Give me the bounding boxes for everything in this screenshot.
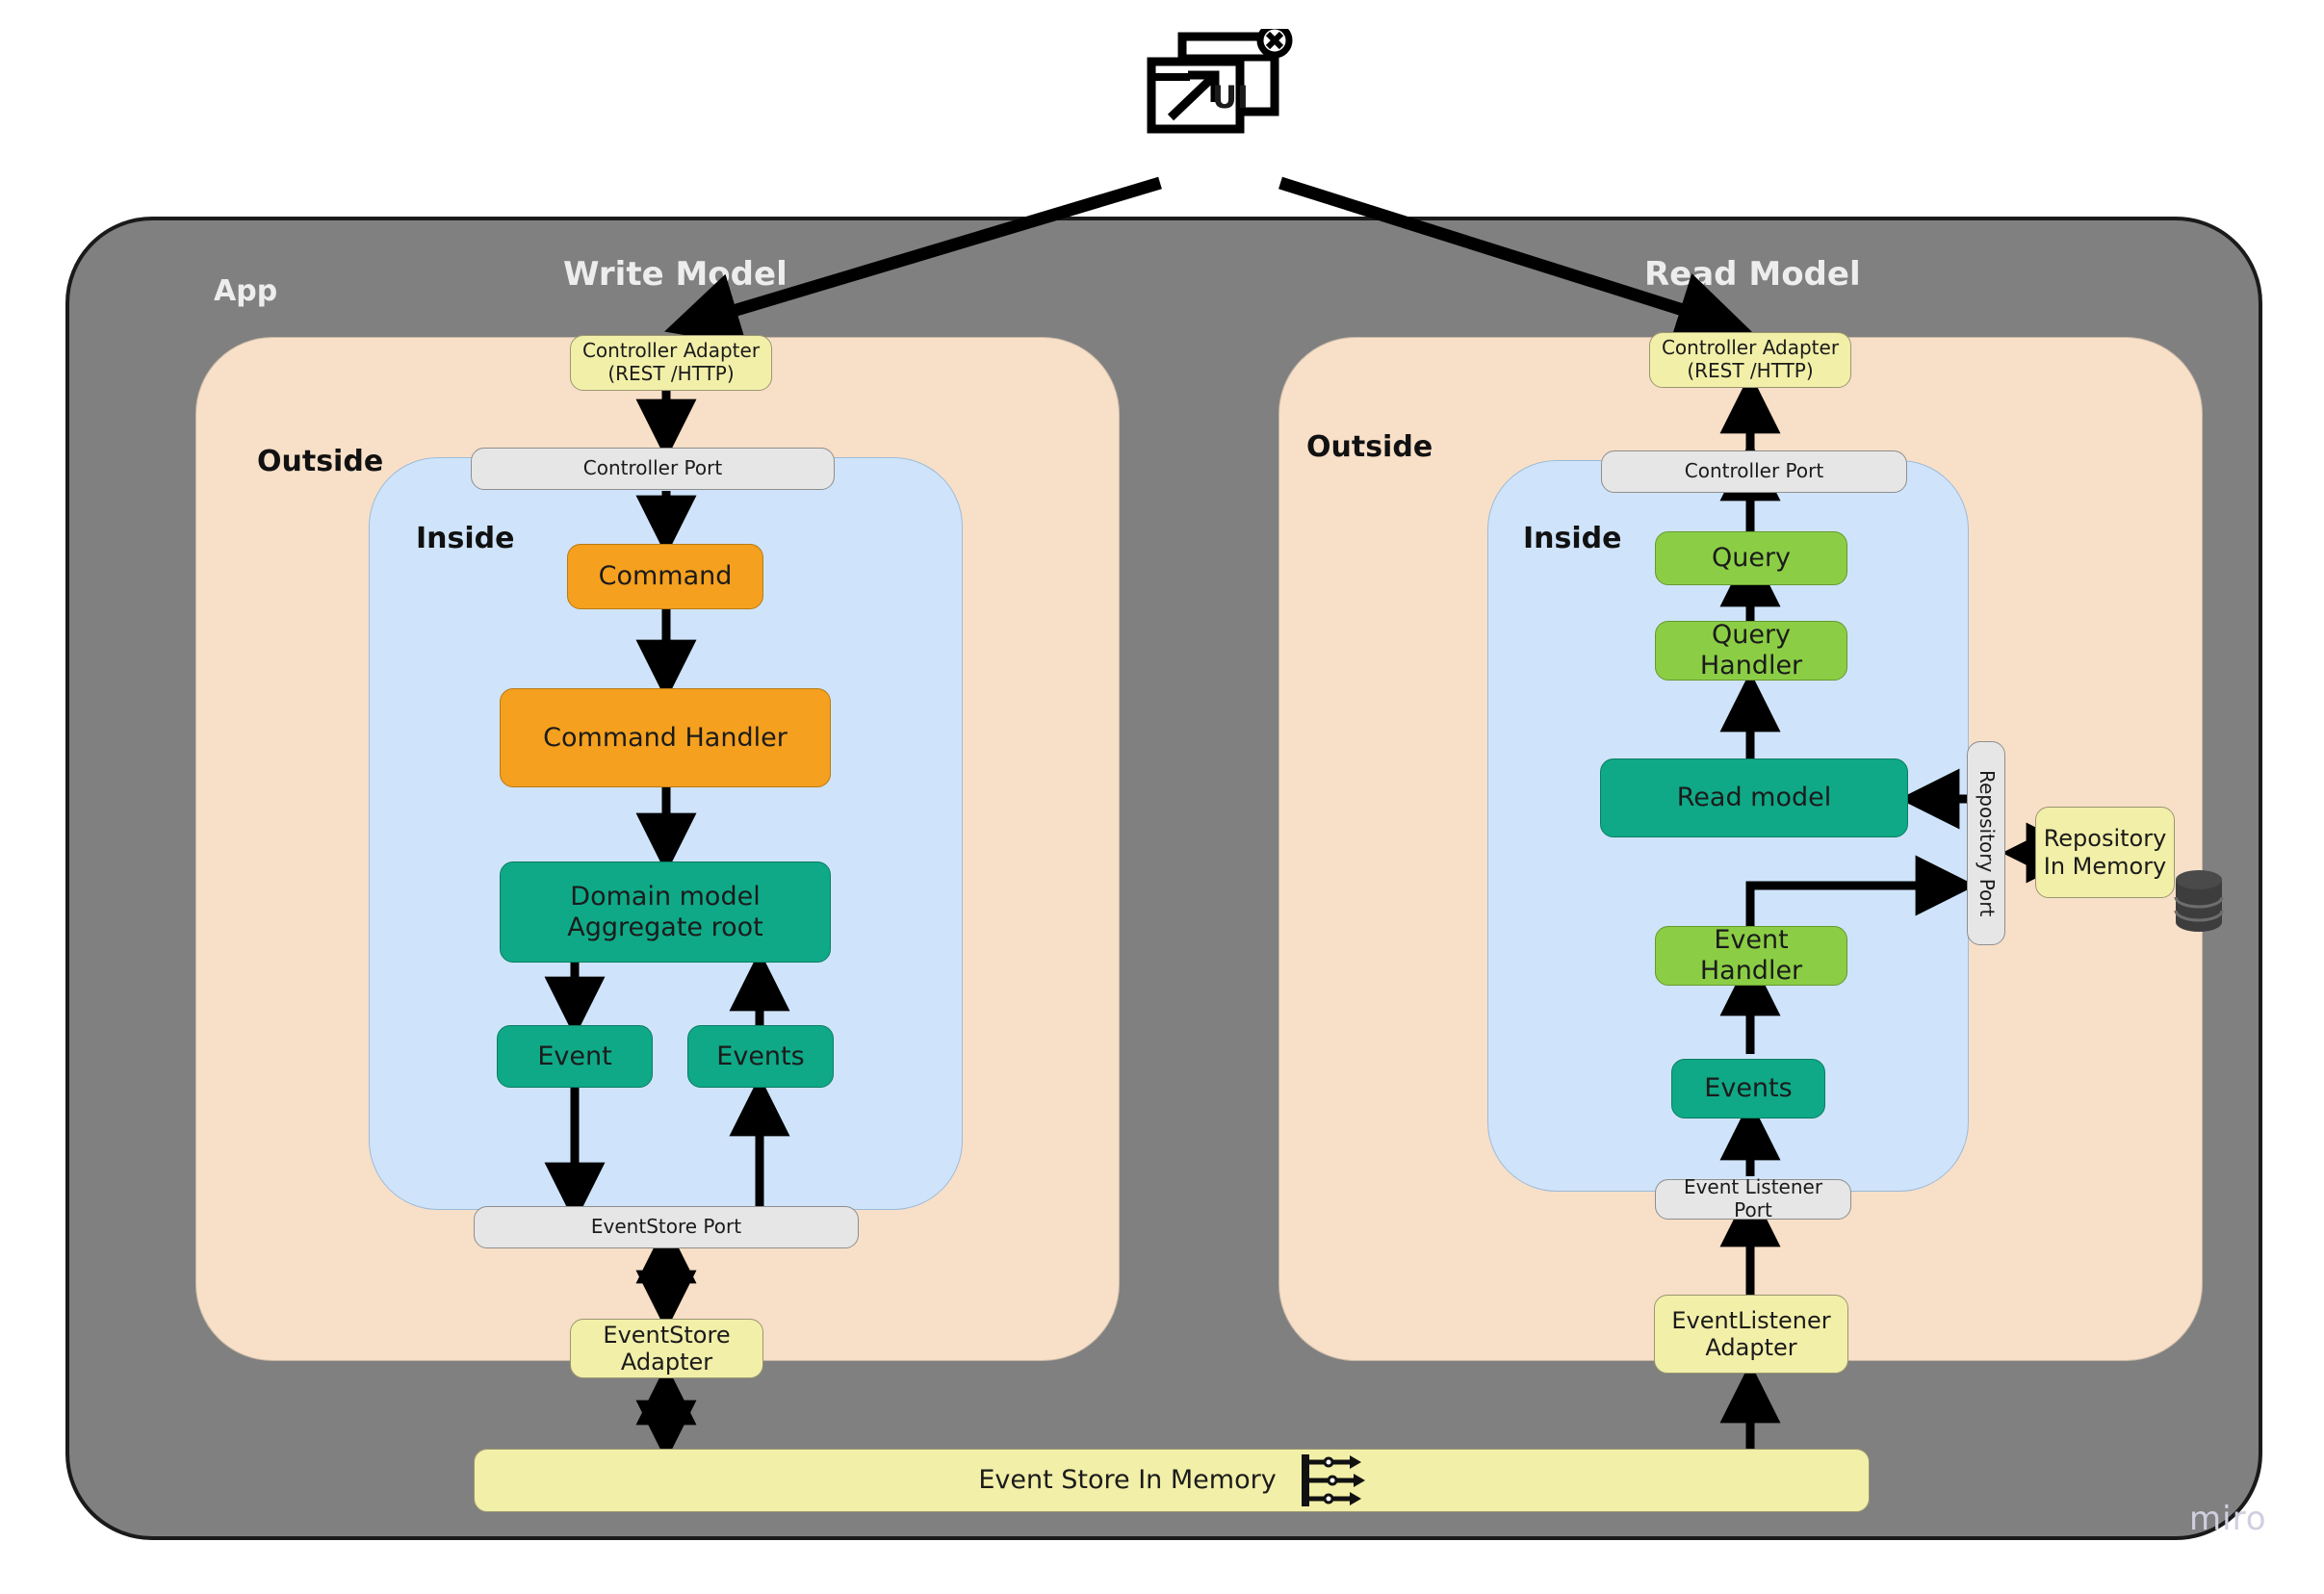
event-box[interactable]: Event bbox=[497, 1025, 653, 1088]
domain-model-line2: Aggregate root bbox=[567, 912, 763, 942]
event-store-in-memory-bar[interactable]: Event Store In Memory bbox=[474, 1449, 1870, 1512]
repository-line2: In Memory bbox=[2043, 852, 2167, 880]
events-box-write[interactable]: Events bbox=[687, 1025, 834, 1088]
event-handler-box[interactable]: Event Handler bbox=[1655, 925, 1847, 986]
app-label: App bbox=[214, 274, 278, 308]
miro-watermark: miro bbox=[2189, 1500, 2267, 1538]
repository-line1: Repository bbox=[2043, 825, 2167, 853]
events-box-read[interactable]: Events bbox=[1671, 1059, 1825, 1118]
command-handler-box[interactable]: Command Handler bbox=[500, 688, 831, 787]
repository-port[interactable]: Repository Port bbox=[1967, 741, 2005, 945]
read-model-title: Read Model bbox=[1644, 255, 1861, 294]
eventlistener-adapter[interactable]: EventListener Adapter bbox=[1654, 1295, 1848, 1374]
write-model-title: Write Model bbox=[563, 255, 788, 294]
eventlistener-adapter-line1: EventListener bbox=[1671, 1306, 1831, 1334]
read-outside-label: Outside bbox=[1306, 430, 1433, 464]
write-controller-adapter[interactable]: Controller Adapter (REST /HTTP) bbox=[570, 335, 772, 391]
eventlistener-adapter-line2: Adapter bbox=[1705, 1334, 1797, 1361]
write-controller-adapter-line1: Controller Adapter bbox=[581, 339, 761, 363]
command-box[interactable]: Command bbox=[567, 544, 763, 609]
domain-model-line1: Domain model bbox=[570, 881, 761, 912]
repository-in-memory[interactable]: Repository In Memory bbox=[2035, 807, 2175, 898]
eventstore-port[interactable]: EventStore Port bbox=[474, 1206, 859, 1248]
read-controller-adapter-line1: Controller Adapter bbox=[1661, 336, 1840, 360]
read-inside-label: Inside bbox=[1523, 522, 1622, 555]
eventstore-adapter[interactable]: EventStore Adapter bbox=[570, 1319, 763, 1378]
database-cylinder-icon bbox=[2172, 866, 2226, 936]
write-outside-label: Outside bbox=[257, 445, 384, 478]
event-store-label: Event Store In Memory bbox=[978, 1465, 1277, 1496]
event-listener-port[interactable]: Event Listener Port bbox=[1655, 1176, 1851, 1221]
read-model-box[interactable]: Read model bbox=[1600, 758, 1908, 837]
ui-label: UI bbox=[1212, 79, 1249, 116]
write-inside-label: Inside bbox=[416, 522, 515, 555]
diagram-canvas: UI App Write Model Read Model Outside In… bbox=[0, 0, 2324, 1594]
read-controller-port[interactable]: Controller Port bbox=[1601, 450, 1907, 493]
domain-model-box[interactable]: Domain model Aggregate root bbox=[500, 861, 831, 963]
write-controller-port[interactable]: Controller Port bbox=[471, 448, 835, 490]
query-box[interactable]: Query bbox=[1655, 531, 1847, 585]
read-controller-adapter[interactable]: Controller Adapter (REST /HTTP) bbox=[1649, 332, 1851, 388]
query-handler-box[interactable]: Query Handler bbox=[1655, 620, 1847, 681]
read-controller-adapter-line2: (REST /HTTP) bbox=[1687, 359, 1814, 382]
event-stream-icon bbox=[1300, 1453, 1365, 1508]
write-controller-adapter-line2: (REST /HTTP) bbox=[607, 362, 735, 385]
